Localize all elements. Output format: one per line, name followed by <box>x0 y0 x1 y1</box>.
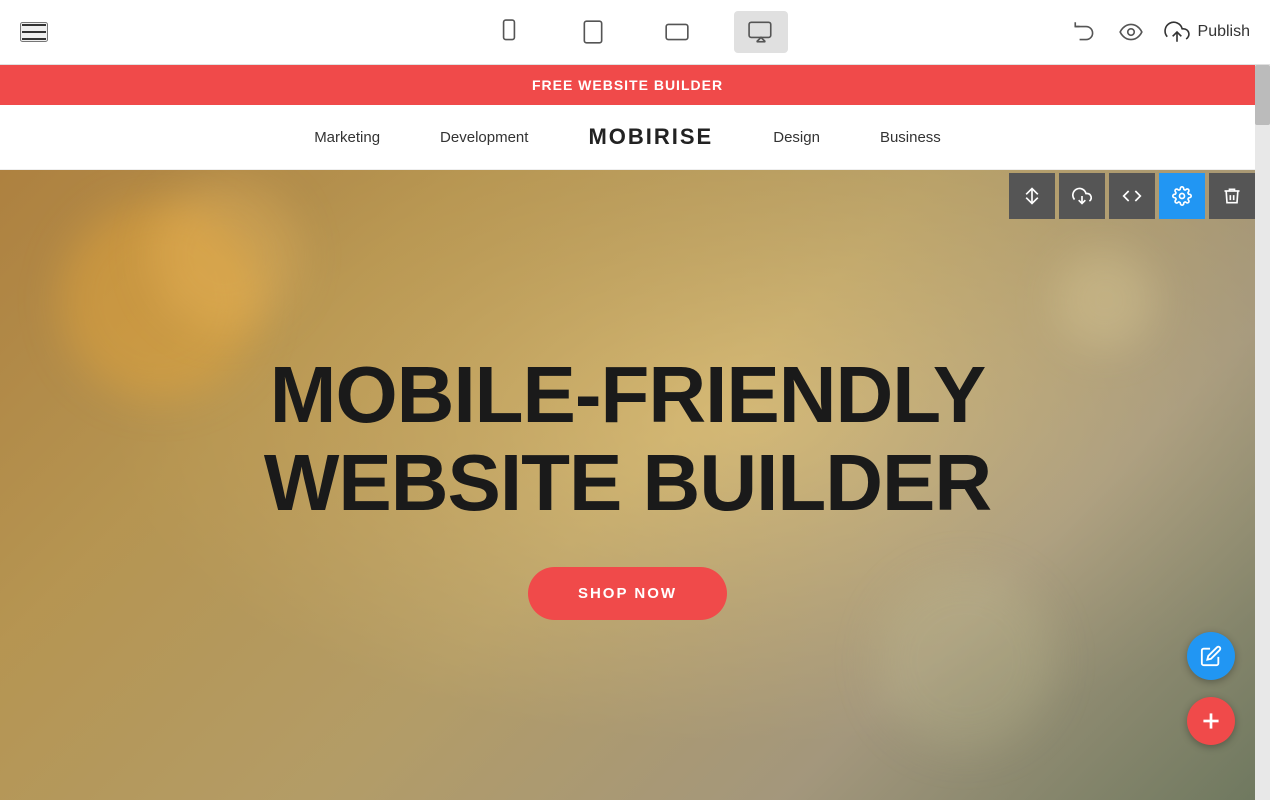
toolbar-left <box>20 22 48 42</box>
nav-link-development[interactable]: Development <box>440 129 528 146</box>
device-switcher <box>482 11 788 53</box>
block-code-button[interactable] <box>1109 173 1155 219</box>
fab-add-button[interactable] <box>1187 697 1235 745</box>
nav-link-business[interactable]: Business <box>880 129 941 146</box>
nav-link-design[interactable]: Design <box>773 129 820 146</box>
promo-banner: FREE WEBSITE BUILDER <box>0 65 1255 105</box>
hero-title-line1: MOBILE-FRIENDLY <box>270 350 985 439</box>
publish-button[interactable]: Publish <box>1164 19 1250 45</box>
scrollbar-track[interactable] <box>1255 65 1270 800</box>
site-nav: Marketing Development MOBIRISE Design Bu… <box>0 105 1255 170</box>
hero-title: MOBILE-FRIENDLY WEBSITE BUILDER <box>264 351 991 527</box>
fab-pencil-button[interactable] <box>1187 632 1235 680</box>
block-settings-button[interactable] <box>1159 173 1205 219</box>
tablet-view-button[interactable] <box>566 11 620 53</box>
mobile-view-button[interactable] <box>482 11 536 53</box>
site-logo: MOBIRISE <box>588 124 713 150</box>
nav-link-marketing[interactable]: Marketing <box>314 129 380 146</box>
tablet-landscape-view-button[interactable] <box>650 11 704 53</box>
menu-button[interactable] <box>20 22 48 42</box>
toolbar-right: Publish <box>1072 19 1250 45</box>
scrollbar-thumb[interactable] <box>1255 65 1270 125</box>
hero-section: MOBILE-FRIENDLY WEBSITE BUILDER SHOP NOW <box>0 170 1255 800</box>
shop-now-button[interactable]: SHOP NOW <box>528 567 727 620</box>
undo-button[interactable] <box>1072 19 1098 45</box>
desktop-view-button[interactable] <box>734 11 788 53</box>
block-controls <box>1009 173 1255 219</box>
toolbar: Publish <box>0 0 1270 65</box>
hero-title-line2: WEBSITE BUILDER <box>264 438 991 527</box>
block-delete-button[interactable] <box>1209 173 1255 219</box>
promo-text: FREE WEBSITE BUILDER <box>532 77 723 93</box>
publish-label: Publish <box>1198 23 1250 41</box>
block-reorder-button[interactable] <box>1009 173 1055 219</box>
block-download-button[interactable] <box>1059 173 1105 219</box>
content-area: FREE WEBSITE BUILDER Marketing Developme… <box>0 65 1270 800</box>
preview-button[interactable] <box>1118 19 1144 45</box>
hero-content: MOBILE-FRIENDLY WEBSITE BUILDER SHOP NOW <box>0 170 1255 800</box>
